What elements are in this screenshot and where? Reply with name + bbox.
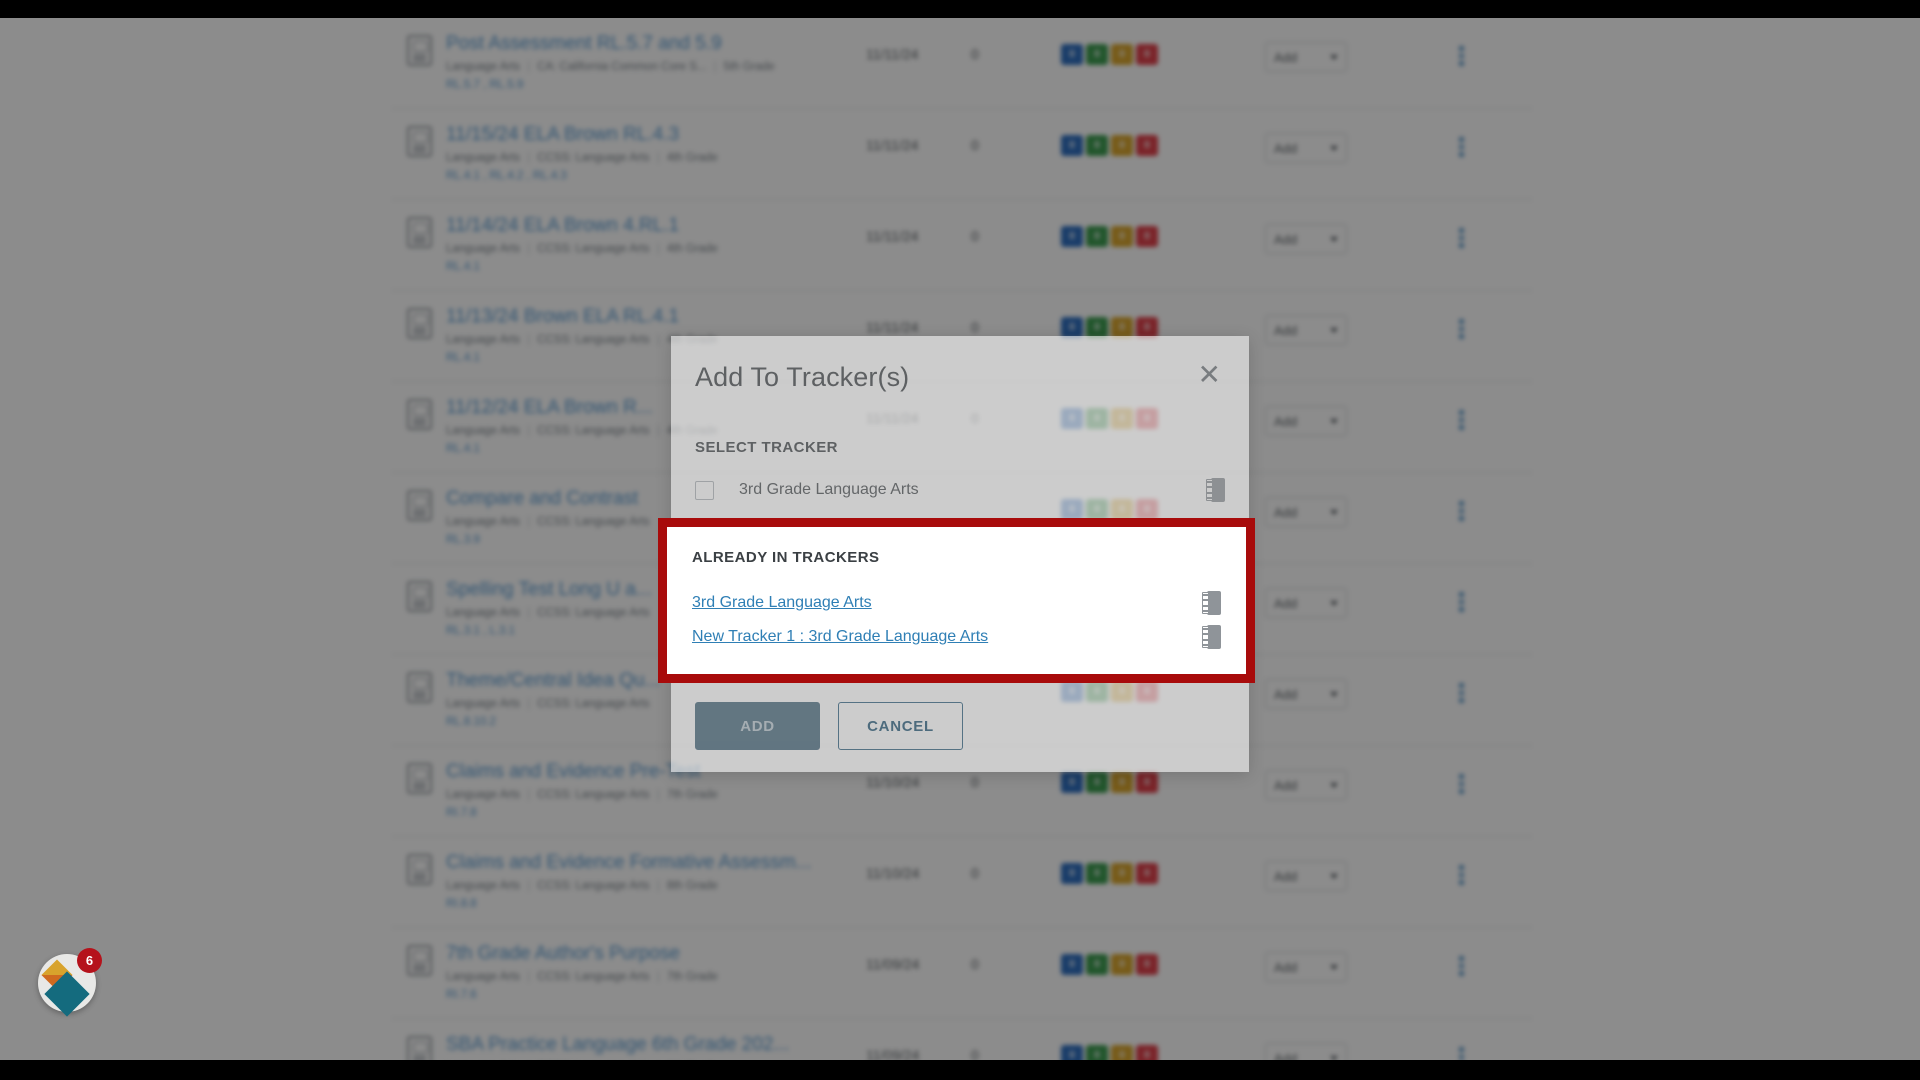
letterbox-bottom-bar <box>0 1060 1920 1080</box>
brand-fab-button[interactable]: 6 <box>38 948 102 1017</box>
notebook-icon <box>1202 625 1221 649</box>
modal-header: Add To Tracker(s) ✕ <box>695 361 1225 393</box>
screen-root: Post Assessment RL.5.7 and 5.9 Language A… <box>0 0 1920 1080</box>
modal-title: Add To Tracker(s) <box>695 362 910 392</box>
tracker-link[interactable]: 3rd Grade Language Arts <box>692 594 1202 612</box>
close-icon[interactable]: ✕ <box>1194 361 1225 389</box>
list-item: New Tracker 1 : 3rd Grade Language Arts <box>692 620 1221 654</box>
tracker-option-label: 3rd Grade Language Arts <box>739 481 919 498</box>
app-viewport: Post Assessment RL.5.7 and 5.9 Language A… <box>0 18 1920 1060</box>
notebook-icon <box>1202 591 1221 615</box>
notification-count-badge: 6 <box>77 948 102 973</box>
add-button[interactable]: ADD <box>695 702 820 750</box>
cancel-button[interactable]: CANCEL <box>838 702 963 750</box>
tracker-link[interactable]: New Tracker 1 : 3rd Grade Language Arts <box>692 628 1202 646</box>
list-item: 3rd Grade Language Arts <box>692 586 1221 620</box>
already-in-trackers-list: 3rd Grade Language Arts New Tracker 1 : 3… <box>692 586 1221 654</box>
notebook-icon <box>1206 478 1225 502</box>
tracker-option-row[interactable]: 3rd Grade Language Arts <box>695 478 1225 502</box>
letterbox-top-bar <box>0 0 1920 18</box>
already-in-trackers-label: ALREADY IN TRACKERS <box>692 549 880 566</box>
select-tracker-label: SELECT TRACKER <box>695 439 838 456</box>
tracker-checkbox[interactable] <box>695 480 714 500</box>
modal-actions: ADD CANCEL <box>695 702 1225 750</box>
already-in-trackers-highlight: ALREADY IN TRACKERS 3rd Grade Language A… <box>658 518 1255 683</box>
